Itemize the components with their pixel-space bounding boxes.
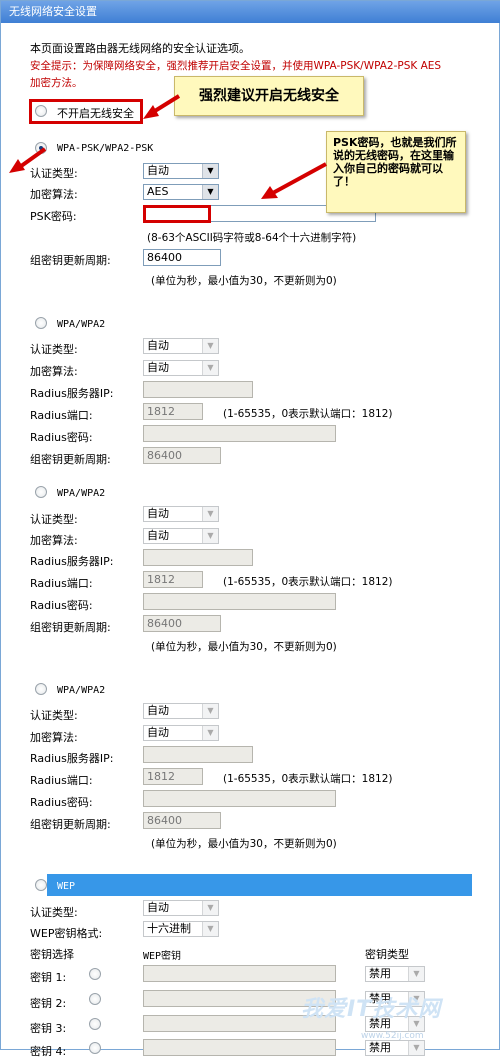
chevron-down-icon: ▼ <box>202 901 218 915</box>
wpa-period-input-2[interactable]: 86400 <box>143 615 221 632</box>
radius-ip-label-1: Radius服务器IP: <box>30 387 114 400</box>
wep-title: WEP <box>57 881 76 892</box>
wpa-radio-2[interactable] <box>35 486 47 498</box>
wpa-period-hint-2: (单位为秒，最小值为30，不更新则为0) <box>151 641 337 653</box>
wep-key-input-4[interactable] <box>143 1039 336 1056</box>
wpa-auth-label-1: 认证类型: <box>30 343 78 356</box>
radius-port-input-1[interactable]: 1812 <box>143 403 203 420</box>
radius-port-hint-2: (1-65535，0表示默认端口：1812) <box>223 576 393 588</box>
wpa-period-hint-3: (单位为秒，最小值为30，不更新则为0) <box>151 838 337 850</box>
wpa-enc-label-2: 加密算法: <box>30 534 78 547</box>
wpa-auth-select-2[interactable]: 自动 ▼ <box>143 506 219 522</box>
wpa-enc-select-3[interactable]: 自动 ▼ <box>143 725 219 741</box>
wpa-period-label-2: 组密钥更新周期: <box>30 621 111 634</box>
radius-pwd-label-3: Radius密码: <box>30 796 93 809</box>
chevron-down-icon: ▼ <box>408 967 424 981</box>
radius-pwd-label-2: Radius密码: <box>30 599 93 612</box>
wep-key-input-1[interactable] <box>143 965 336 982</box>
chevron-down-icon: ▼ <box>202 922 218 936</box>
chevron-down-icon: ▼ <box>202 704 218 718</box>
radius-ip-input-3[interactable] <box>143 746 253 763</box>
wep-auth-label: 认证类型: <box>30 906 78 919</box>
radius-port-label-2: Radius端口: <box>30 577 93 590</box>
wep-key-radio-4[interactable] <box>89 1042 101 1054</box>
wep-key-type-select-4[interactable]: 禁用 ▼ <box>365 1040 425 1056</box>
wep-radio[interactable] <box>35 879 47 891</box>
chevron-down-icon: ▼ <box>202 339 218 353</box>
wpa-auth-label-2: 认证类型: <box>30 513 78 526</box>
wep-header-bar <box>47 874 472 896</box>
wep-key-label-3: 密钥 3: <box>30 1022 67 1035</box>
wpa-period-label-1: 组密钥更新周期: <box>30 453 111 466</box>
radius-ip-input-1[interactable] <box>143 381 253 398</box>
radius-port-input-2[interactable]: 1812 <box>143 571 203 588</box>
radius-port-label-1: Radius端口: <box>30 409 93 422</box>
wpa-title-2: WPA/WPA2 <box>57 488 106 499</box>
wep-key-label-1: 密钥 1: <box>30 971 67 984</box>
radius-ip-input-2[interactable] <box>143 549 253 566</box>
radius-pwd-input-3[interactable] <box>143 790 336 807</box>
radius-pwd-input-2[interactable] <box>143 593 336 610</box>
wpa-radio-1[interactable] <box>35 317 47 329</box>
arrow-head-icon <box>143 105 159 119</box>
chevron-down-icon: ▼ <box>202 529 218 543</box>
wpa-auth-select-3[interactable]: 自动 ▼ <box>143 703 219 719</box>
site-watermark: 我爱IT技术网 <box>301 997 442 1022</box>
wep-key-label-2: 密钥 2: <box>30 997 67 1010</box>
wep-key-radio-1[interactable] <box>89 968 101 980</box>
wpa-period-input-3[interactable]: 86400 <box>143 812 221 829</box>
wpa-title-1: WPA/WPA2 <box>57 319 106 330</box>
annotation-arrows <box>9 94 327 199</box>
radius-pwd-label-1: Radius密码: <box>30 431 93 444</box>
wep-key-type-select-1[interactable]: 禁用 ▼ <box>365 966 425 982</box>
wep-format-label: WEP密钥格式: <box>30 927 103 940</box>
radius-ip-label-2: Radius服务器IP: <box>30 555 114 568</box>
chevron-down-icon: ▼ <box>202 507 218 521</box>
chevron-down-icon: ▼ <box>202 361 218 375</box>
wpa-enc-label-1: 加密算法: <box>30 365 78 378</box>
wep-auth-select[interactable]: 自动 ▼ <box>143 900 219 916</box>
radius-port-input-3[interactable]: 1812 <box>143 768 203 785</box>
wep-col-key: WEP密钥 <box>143 951 182 962</box>
radius-pwd-input-1[interactable] <box>143 425 336 442</box>
wpa-enc-select-1[interactable]: 自动 ▼ <box>143 360 219 376</box>
wpa-period-input-1[interactable]: 86400 <box>143 447 221 464</box>
wpa-enc-select-2[interactable]: 自动 ▼ <box>143 528 219 544</box>
chevron-down-icon: ▼ <box>202 726 218 740</box>
wep-key-label-4: 密钥 4: <box>30 1045 67 1058</box>
settings-panel: 无线网络安全设置 本页面设置路由器无线网络的安全认证选项。 安全提示：为保障网络… <box>0 0 500 1058</box>
wpa-title-3: WPA/WPA2 <box>57 685 106 696</box>
wpa-period-label-3: 组密钥更新周期: <box>30 818 111 831</box>
radius-ip-label-3: Radius服务器IP: <box>30 752 114 765</box>
wpa-radio-3[interactable] <box>35 683 47 695</box>
wep-format-select[interactable]: 十六进制 ▼ <box>143 921 219 937</box>
radius-port-hint-1: (1-65535，0表示默认端口：1812) <box>223 408 393 420</box>
wpa-enc-label-3: 加密算法: <box>30 731 78 744</box>
radius-port-label-3: Radius端口: <box>30 774 93 787</box>
chevron-down-icon: ▼ <box>408 1041 424 1055</box>
wpa-auth-label-3: 认证类型: <box>30 709 78 722</box>
arrow-to-psk-input <box>270 162 327 196</box>
wep-col-select: 密钥选择 <box>30 948 74 961</box>
radius-port-hint-3: (1-65535，0表示默认端口：1812) <box>223 773 393 785</box>
wpa-auth-select-1[interactable]: 自动 ▼ <box>143 338 219 354</box>
site-watermark-url: www.52ij.com <box>361 1031 424 1041</box>
wep-key-radio-3[interactable] <box>89 1018 101 1030</box>
wep-col-type: 密钥类型 <box>365 948 409 961</box>
wep-key-radio-2[interactable] <box>89 993 101 1005</box>
